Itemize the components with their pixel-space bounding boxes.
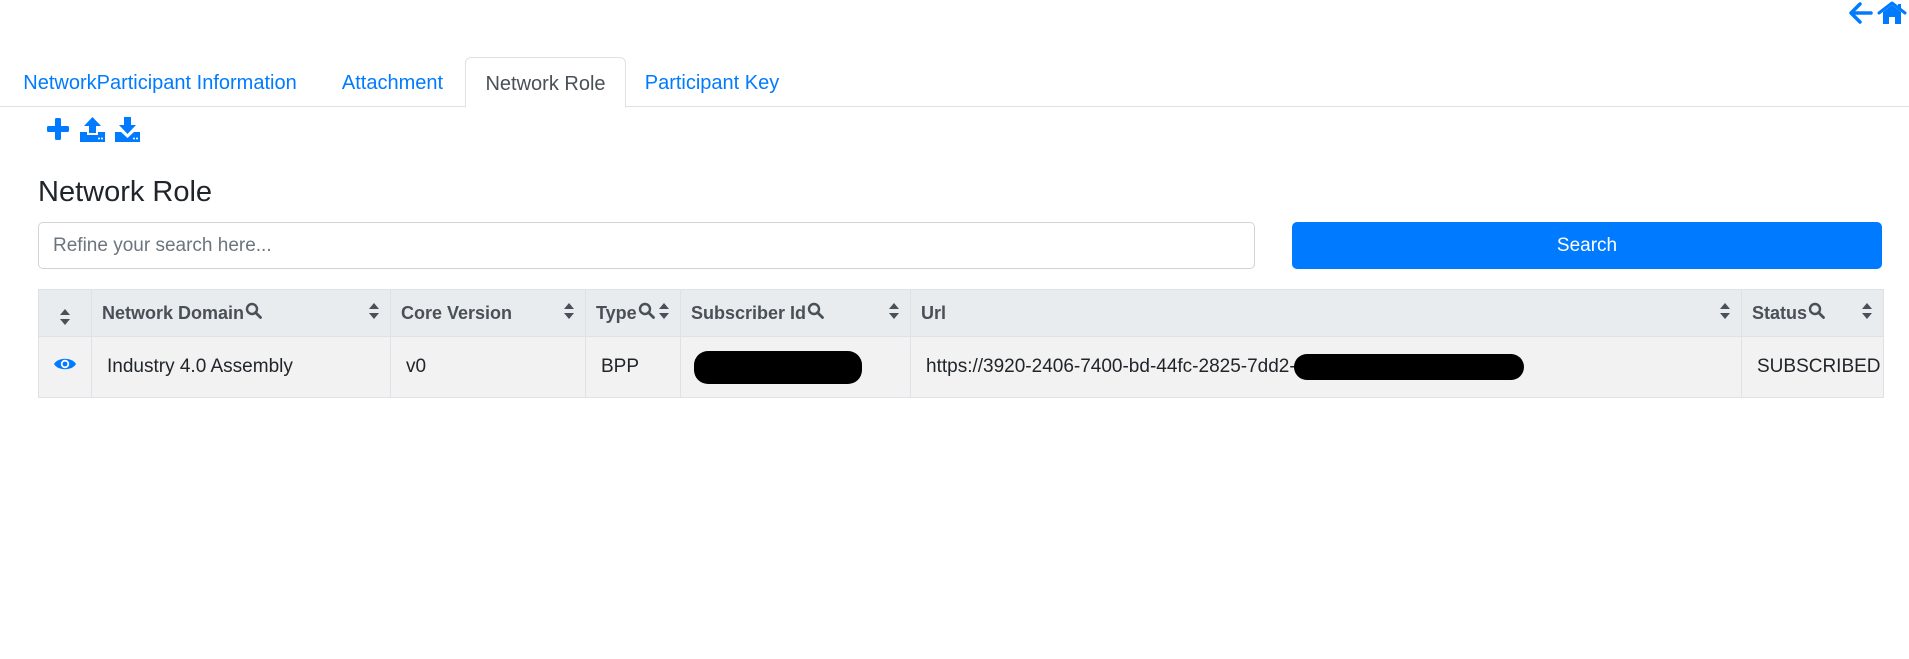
sort-icon[interactable] (658, 302, 670, 325)
cell-status: SUBSCRIBED (1741, 336, 1884, 398)
column-header-subscriber-id[interactable]: Subscriber Id (680, 289, 911, 337)
search-icon[interactable] (638, 302, 655, 324)
column-header-core-version[interactable]: Core Version (390, 289, 586, 337)
network-role-table: Network Domain Core Version Type Subscri… (38, 289, 1884, 398)
search-icon[interactable] (807, 302, 824, 324)
sort-icon[interactable] (59, 308, 71, 331)
cell-subscriber-id (680, 336, 911, 398)
search-icon[interactable] (1808, 302, 1825, 324)
cell-url: https://3920-2406-7400-bd-44fc-2825-7dd2… (910, 336, 1742, 398)
redacted-block (694, 350, 862, 384)
tab-network-role[interactable]: Network Role (465, 57, 626, 108)
sort-icon[interactable] (1719, 302, 1731, 325)
action-toolbar (45, 116, 141, 148)
column-header-network-domain[interactable]: Network Domain (91, 289, 391, 337)
table-row[interactable]: Industry 4.0 Assembly v0 BPP https://392… (38, 336, 1884, 398)
column-label: Url (921, 302, 947, 323)
column-header-status[interactable]: Status (1741, 289, 1884, 337)
back-arrow-icon[interactable] (1849, 2, 1873, 24)
column-header-url[interactable]: Url (910, 289, 1742, 337)
sort-icon[interactable] (368, 302, 380, 325)
search-input[interactable] (38, 222, 1255, 269)
page-title: Network Role (38, 176, 213, 208)
column-label: Core Version (401, 302, 513, 323)
cell-type: BPP (585, 336, 681, 398)
column-label: Status (1752, 302, 1808, 323)
column-header-actions[interactable] (38, 289, 92, 337)
tab-networkparticipant-information[interactable]: NetworkParticipant Information (0, 57, 320, 107)
tab-participant-key[interactable]: Participant Key (626, 57, 798, 107)
column-label: Network Domain (102, 302, 245, 323)
top-nav (1849, 0, 1909, 26)
url-text: https://3920-2406-7400-bd-44fc-2825-7dd2… (926, 356, 1296, 378)
search-button[interactable]: Search (1292, 222, 1882, 269)
redacted-block (1293, 354, 1524, 380)
sort-icon[interactable] (888, 302, 900, 325)
row-action-cell (38, 336, 92, 398)
plus-icon[interactable] (45, 116, 71, 148)
cell-core-version: v0 (390, 336, 586, 398)
download-icon[interactable] (114, 116, 141, 148)
sort-icon[interactable] (1861, 302, 1873, 325)
home-icon[interactable] (1877, 1, 1907, 25)
upload-icon[interactable] (79, 116, 106, 148)
table-header-row: Network Domain Core Version Type Subscri… (38, 289, 1884, 337)
search-icon[interactable] (245, 302, 262, 324)
eye-icon[interactable] (53, 356, 77, 378)
column-header-type[interactable]: Type (585, 289, 681, 337)
column-label: Type (596, 302, 637, 323)
tab-attachment[interactable]: Attachment (320, 57, 465, 107)
sort-icon[interactable] (563, 302, 575, 325)
column-label: Subscriber Id (691, 302, 807, 323)
cell-network-domain: Industry 4.0 Assembly (91, 336, 391, 398)
tab-bar: NetworkParticipant Information Attachmen… (0, 57, 1909, 108)
